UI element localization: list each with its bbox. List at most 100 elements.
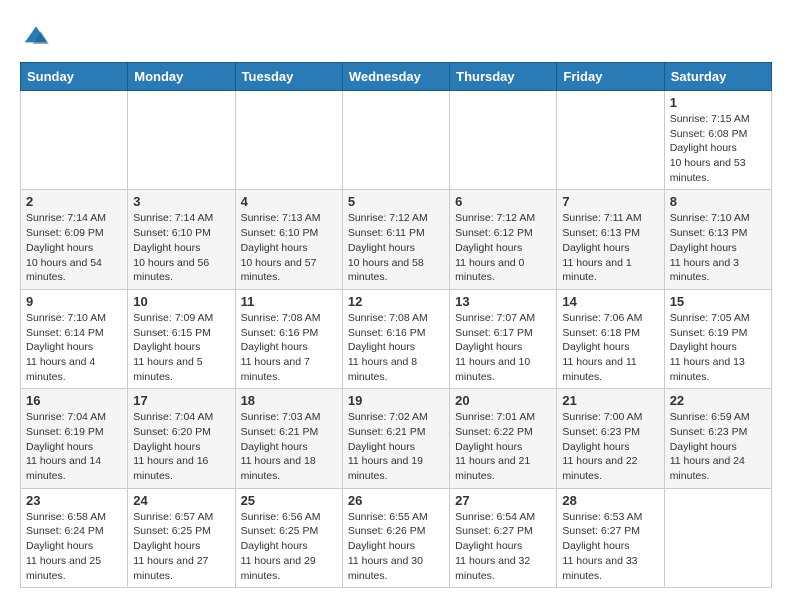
day-cell-3: 3 Sunrise: 7:14 AMSunset: 6:10 PMDayligh… [128,190,235,289]
day-number: 26 [348,493,444,508]
day-cell-16: 16 Sunrise: 7:04 AMSunset: 6:19 PMDaylig… [21,389,128,488]
day-number: 19 [348,393,444,408]
day-cell-2: 2 Sunrise: 7:14 AMSunset: 6:09 PMDayligh… [21,190,128,289]
week-row-4: 16 Sunrise: 7:04 AMSunset: 6:19 PMDaylig… [21,389,772,488]
empty-cell-w0-d3 [342,91,449,190]
day-number: 13 [455,294,551,309]
day-info: Sunrise: 7:12 AMSunset: 6:11 PMDaylight … [348,212,428,283]
week-row-3: 9 Sunrise: 7:10 AMSunset: 6:14 PMDayligh… [21,289,772,388]
day-info: Sunrise: 7:01 AMSunset: 6:22 PMDaylight … [455,411,535,482]
week-row-1: 1 Sunrise: 7:15 AMSunset: 6:08 PMDayligh… [21,91,772,190]
empty-cell-w0-d0 [21,91,128,190]
day-cell-22: 22 Sunrise: 6:59 AMSunset: 6:23 PMDaylig… [664,389,771,488]
weekday-header-monday: Monday [128,63,235,91]
day-cell-1: 1 Sunrise: 7:15 AMSunset: 6:08 PMDayligh… [664,91,771,190]
day-number: 5 [348,194,444,209]
day-cell-28: 28 Sunrise: 6:53 AMSunset: 6:27 PMDaylig… [557,488,664,587]
day-cell-27: 27 Sunrise: 6:54 AMSunset: 6:27 PMDaylig… [450,488,557,587]
weekday-header-thursday: Thursday [450,63,557,91]
day-info: Sunrise: 7:04 AMSunset: 6:20 PMDaylight … [133,411,213,482]
day-info: Sunrise: 7:04 AMSunset: 6:19 PMDaylight … [26,411,106,482]
day-number: 17 [133,393,229,408]
day-number: 18 [241,393,337,408]
day-info: Sunrise: 7:14 AMSunset: 6:10 PMDaylight … [133,212,213,283]
day-cell-12: 12 Sunrise: 7:08 AMSunset: 6:16 PMDaylig… [342,289,449,388]
day-cell-26: 26 Sunrise: 6:55 AMSunset: 6:26 PMDaylig… [342,488,449,587]
day-cell-5: 5 Sunrise: 7:12 AMSunset: 6:11 PMDayligh… [342,190,449,289]
day-cell-10: 10 Sunrise: 7:09 AMSunset: 6:15 PMDaylig… [128,289,235,388]
day-cell-11: 11 Sunrise: 7:08 AMSunset: 6:16 PMDaylig… [235,289,342,388]
day-info: Sunrise: 6:53 AMSunset: 6:27 PMDaylight … [562,511,642,582]
logo-icon [20,20,52,52]
weekday-header-saturday: Saturday [664,63,771,91]
empty-cell-w0-d2 [235,91,342,190]
day-info: Sunrise: 6:56 AMSunset: 6:25 PMDaylight … [241,511,321,582]
day-cell-15: 15 Sunrise: 7:05 AMSunset: 6:19 PMDaylig… [664,289,771,388]
day-cell-7: 7 Sunrise: 7:11 AMSunset: 6:13 PMDayligh… [557,190,664,289]
day-cell-6: 6 Sunrise: 7:12 AMSunset: 6:12 PMDayligh… [450,190,557,289]
day-cell-8: 8 Sunrise: 7:10 AMSunset: 6:13 PMDayligh… [664,190,771,289]
day-number: 28 [562,493,658,508]
day-info: Sunrise: 6:55 AMSunset: 6:26 PMDaylight … [348,511,428,582]
day-cell-25: 25 Sunrise: 6:56 AMSunset: 6:25 PMDaylig… [235,488,342,587]
day-number: 16 [26,393,122,408]
day-number: 24 [133,493,229,508]
empty-cell-w0-d5 [557,91,664,190]
day-info: Sunrise: 7:03 AMSunset: 6:21 PMDaylight … [241,411,321,482]
weekday-header-sunday: Sunday [21,63,128,91]
day-info: Sunrise: 7:12 AMSunset: 6:12 PMDaylight … [455,212,535,283]
day-number: 7 [562,194,658,209]
day-number: 3 [133,194,229,209]
day-info: Sunrise: 7:09 AMSunset: 6:15 PMDaylight … [133,312,213,383]
day-info: Sunrise: 7:08 AMSunset: 6:16 PMDaylight … [348,312,428,383]
weekday-header-tuesday: Tuesday [235,63,342,91]
day-info: Sunrise: 7:11 AMSunset: 6:13 PMDaylight … [562,212,641,283]
day-info: Sunrise: 7:15 AMSunset: 6:08 PMDaylight … [670,113,750,184]
day-info: Sunrise: 7:05 AMSunset: 6:19 PMDaylight … [670,312,750,383]
day-cell-4: 4 Sunrise: 7:13 AMSunset: 6:10 PMDayligh… [235,190,342,289]
logo [20,20,56,52]
day-number: 25 [241,493,337,508]
day-info: Sunrise: 6:57 AMSunset: 6:25 PMDaylight … [133,511,213,582]
day-info: Sunrise: 7:10 AMSunset: 6:14 PMDaylight … [26,312,106,383]
weekday-header-row: SundayMondayTuesdayWednesdayThursdayFrid… [21,63,772,91]
day-cell-9: 9 Sunrise: 7:10 AMSunset: 6:14 PMDayligh… [21,289,128,388]
day-info: Sunrise: 6:54 AMSunset: 6:27 PMDaylight … [455,511,535,582]
day-number: 21 [562,393,658,408]
day-number: 20 [455,393,551,408]
day-number: 27 [455,493,551,508]
weekday-header-wednesday: Wednesday [342,63,449,91]
day-cell-24: 24 Sunrise: 6:57 AMSunset: 6:25 PMDaylig… [128,488,235,587]
calendar: SundayMondayTuesdayWednesdayThursdayFrid… [20,62,772,588]
day-info: Sunrise: 7:14 AMSunset: 6:09 PMDaylight … [26,212,106,283]
day-number: 6 [455,194,551,209]
day-cell-13: 13 Sunrise: 7:07 AMSunset: 6:17 PMDaylig… [450,289,557,388]
day-number: 9 [26,294,122,309]
day-number: 2 [26,194,122,209]
day-number: 8 [670,194,766,209]
day-number: 23 [26,493,122,508]
day-number: 12 [348,294,444,309]
page-header [20,20,772,52]
day-cell-18: 18 Sunrise: 7:03 AMSunset: 6:21 PMDaylig… [235,389,342,488]
week-row-5: 23 Sunrise: 6:58 AMSunset: 6:24 PMDaylig… [21,488,772,587]
day-number: 4 [241,194,337,209]
empty-cell-w0-d1 [128,91,235,190]
day-number: 14 [562,294,658,309]
empty-cell-w4-d6 [664,488,771,587]
day-cell-14: 14 Sunrise: 7:06 AMSunset: 6:18 PMDaylig… [557,289,664,388]
weekday-header-friday: Friday [557,63,664,91]
day-info: Sunrise: 7:00 AMSunset: 6:23 PMDaylight … [562,411,642,482]
week-row-2: 2 Sunrise: 7:14 AMSunset: 6:09 PMDayligh… [21,190,772,289]
day-info: Sunrise: 7:02 AMSunset: 6:21 PMDaylight … [348,411,428,482]
day-number: 10 [133,294,229,309]
day-info: Sunrise: 7:08 AMSunset: 6:16 PMDaylight … [241,312,321,383]
day-number: 15 [670,294,766,309]
day-number: 22 [670,393,766,408]
day-cell-20: 20 Sunrise: 7:01 AMSunset: 6:22 PMDaylig… [450,389,557,488]
day-info: Sunrise: 7:13 AMSunset: 6:10 PMDaylight … [241,212,321,283]
day-cell-23: 23 Sunrise: 6:58 AMSunset: 6:24 PMDaylig… [21,488,128,587]
day-number: 11 [241,294,337,309]
day-info: Sunrise: 7:06 AMSunset: 6:18 PMDaylight … [562,312,642,383]
day-info: Sunrise: 6:59 AMSunset: 6:23 PMDaylight … [670,411,750,482]
